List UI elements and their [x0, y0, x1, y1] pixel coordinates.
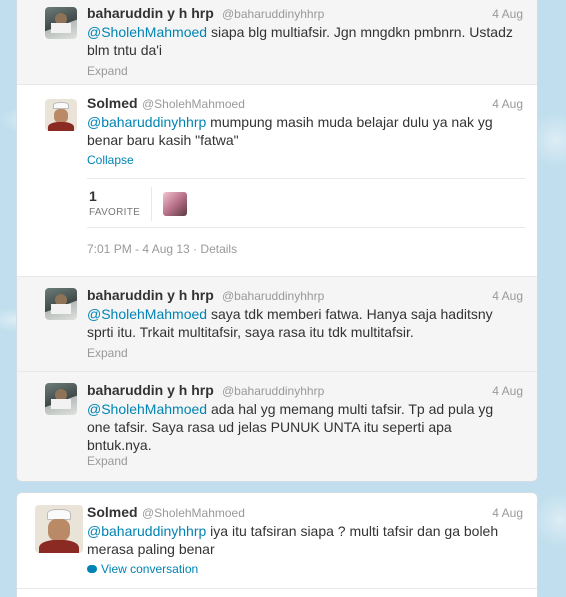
tweet-expanded[interactable]: Solmed @SholehMahmoed 4 Aug @baharuddiny…	[17, 85, 537, 277]
tweet[interactable]: baharuddin y h hrp @baharuddinyhhrp 4 Au…	[17, 277, 537, 372]
tweet-divider	[17, 588, 537, 589]
tweet-time[interactable]: 4 Aug	[492, 7, 523, 21]
tweet-fullname[interactable]: baharuddin y h hrp	[87, 382, 214, 398]
tweet-fullname[interactable]: Solmed	[87, 504, 138, 520]
tweet-text: @SholehMahmoed ada hal yg memang multi t…	[87, 400, 517, 454]
favoriter-avatar[interactable]	[163, 192, 187, 216]
favorites-label[interactable]: FAVORITE	[89, 207, 140, 218]
tweet-text: @baharuddinyhhrp iya itu tafsiran siapa …	[87, 522, 517, 558]
expand-link[interactable]: Expand	[87, 64, 128, 78]
expand-link[interactable]: Expand	[87, 454, 128, 468]
tweet-stats: 1 FAVORITE	[87, 178, 525, 228]
tweet-timestamp[interactable]: 7:01 PM - 4 Aug 13	[87, 242, 190, 256]
tweet[interactable]: baharuddin y h hrp @baharuddinyhhrp 4 Au…	[17, 372, 537, 481]
mention-link[interactable]: @SholehMahmoed	[87, 401, 207, 417]
tweet-card: Solmed @SholehMahmoed 4 Aug @baharuddiny…	[16, 492, 538, 597]
expand-link[interactable]: Expand	[87, 346, 128, 360]
mention-link[interactable]: @SholehMahmoed	[87, 306, 207, 322]
view-conversation-link[interactable]: View conversation	[87, 562, 198, 576]
tweet-username[interactable]: @baharuddinyhhrp	[222, 384, 324, 398]
tweet-fullname[interactable]: baharuddin y h hrp	[87, 287, 214, 303]
conversation-card: baharuddin y h hrp @baharuddinyhhrp 4 Au…	[16, 0, 538, 482]
collapse-link[interactable]: Collapse	[87, 153, 134, 167]
speech-bubble-icon	[87, 565, 97, 573]
meta-separator: ·	[189, 242, 201, 256]
tweet[interactable]: Solmed @SholehMahmoed 4 Aug @baharuddiny…	[17, 493, 537, 589]
avatar[interactable]	[45, 99, 77, 131]
avatar[interactable]	[45, 383, 77, 415]
tweet-username[interactable]: @SholehMahmoed	[142, 97, 245, 111]
tweet-time[interactable]: 4 Aug	[492, 97, 523, 111]
view-conversation-label[interactable]: View conversation	[101, 562, 198, 576]
tweet-time[interactable]: 4 Aug	[492, 506, 523, 520]
details-link[interactable]: Details	[200, 242, 237, 256]
mention-link[interactable]: @SholehMahmoed	[87, 24, 207, 40]
tweet-username[interactable]: @baharuddinyhhrp	[222, 7, 324, 21]
tweet-username[interactable]: @SholehMahmoed	[142, 506, 245, 520]
tweet-time[interactable]: 4 Aug	[492, 289, 523, 303]
tweet-username[interactable]: @baharuddinyhhrp	[222, 289, 324, 303]
tweet[interactable]: baharuddin y h hrp @baharuddinyhhrp 4 Au…	[17, 0, 537, 85]
tweet-meta: 7:01 PM - 4 Aug 13 · Details	[87, 242, 237, 256]
tweet-text: @baharuddinyhhrp mumpung masih muda bela…	[87, 113, 517, 149]
tweet-time[interactable]: 4 Aug	[492, 384, 523, 398]
mention-link[interactable]: @baharuddinyhhrp	[87, 523, 206, 539]
avatar[interactable]	[45, 288, 77, 320]
avatar[interactable]	[35, 505, 83, 553]
tweet-fullname[interactable]: Solmed	[87, 95, 138, 111]
avatar[interactable]	[45, 7, 77, 39]
favorites-count[interactable]: 1	[89, 188, 97, 204]
stats-divider	[151, 187, 152, 221]
tweet-text: @SholehMahmoed siapa blg multiafsir. Jgn…	[87, 23, 517, 59]
mention-link[interactable]: @baharuddinyhhrp	[87, 114, 206, 130]
tweet-text: @SholehMahmoed saya tdk memberi fatwa. H…	[87, 305, 517, 341]
tweet-fullname[interactable]: baharuddin y h hrp	[87, 5, 214, 21]
